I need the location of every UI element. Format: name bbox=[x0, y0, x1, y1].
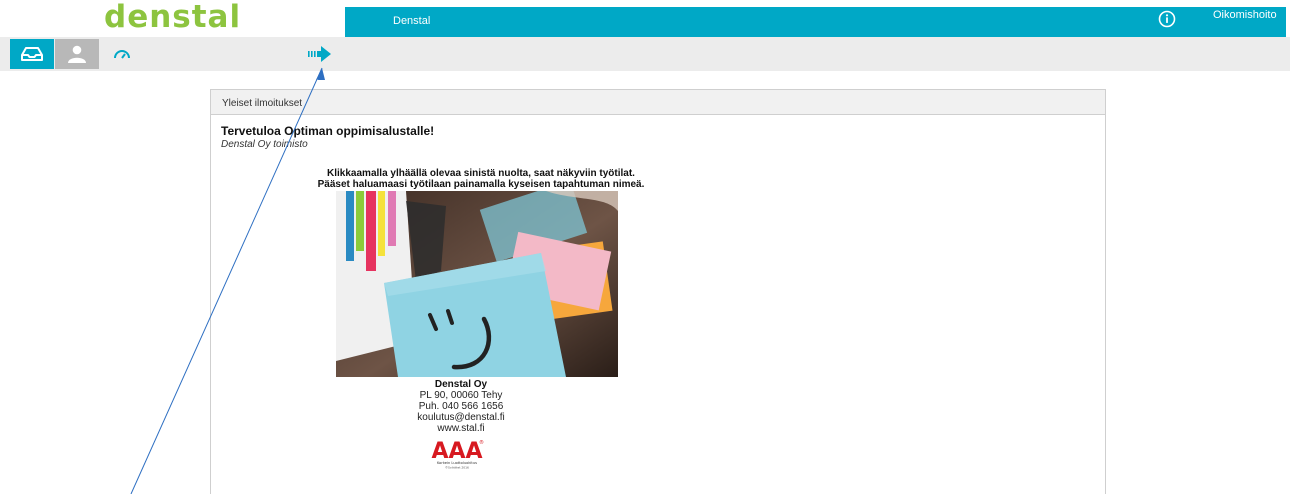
announcements-panel: Yleiset ilmoitukset Tervetuloa Optiman o… bbox=[210, 89, 1106, 494]
toolbar bbox=[0, 37, 1290, 71]
phone: Puh. 040 566 1656 bbox=[418, 401, 504, 412]
post-author: Denstal Oy toimisto bbox=[221, 139, 308, 150]
instruction-line: Pääset haluamaasi työtilaan painamalla k… bbox=[317, 179, 645, 190]
address: PL 90, 00060 Tehy bbox=[419, 390, 503, 401]
sticky-notes-photo bbox=[336, 191, 618, 377]
top-bar-edge bbox=[1286, 7, 1290, 37]
user-menu[interactable]: Oikomishoito bbox=[1213, 9, 1277, 21]
badge-caption: Korkein Luottoluokitus bbox=[437, 461, 477, 465]
instruction-line: Klikkaamalla ylhäällä olevaa sinistä nuo… bbox=[327, 168, 635, 179]
logo-area: denstal bbox=[0, 0, 345, 37]
dashboard-button[interactable] bbox=[100, 39, 144, 69]
gauge-icon bbox=[114, 50, 130, 59]
inbox-button[interactable] bbox=[10, 39, 54, 69]
contact-info: Denstal Oy PL 90, 00060 Tehy Puh. 040 56… bbox=[381, 379, 541, 434]
user-icon bbox=[68, 45, 86, 63]
info-icon[interactable] bbox=[1158, 10, 1176, 28]
logo: denstal bbox=[104, 0, 242, 35]
email-link[interactable]: koulutus@denstal.fi bbox=[381, 412, 541, 423]
panel-header: Yleiset ilmoitukset bbox=[211, 90, 1105, 115]
badge-caption-2: ©Soliditet 2016 bbox=[445, 466, 469, 470]
post-title[interactable]: Tervetuloa Optiman oppimisalustalle! bbox=[221, 124, 434, 138]
app-title: Denstal bbox=[393, 15, 431, 27]
instructions: Klikkaamalla ylhäällä olevaa sinistä nuo… bbox=[301, 168, 661, 190]
website-link[interactable]: www.stal.fi bbox=[381, 423, 541, 434]
top-bar: Denstal Oikomishoito bbox=[345, 7, 1290, 37]
svg-text:®: ® bbox=[479, 439, 484, 446]
arrow-right-icon bbox=[308, 46, 331, 62]
profile-button[interactable] bbox=[55, 39, 99, 69]
inbox-icon bbox=[21, 47, 43, 61]
company-name: Denstal Oy bbox=[434, 379, 488, 390]
aaa-rating-badge: AAA ® Korkein Luottoluokitus ©Soliditet … bbox=[428, 436, 488, 470]
workspaces-arrow-button[interactable] bbox=[298, 39, 342, 69]
